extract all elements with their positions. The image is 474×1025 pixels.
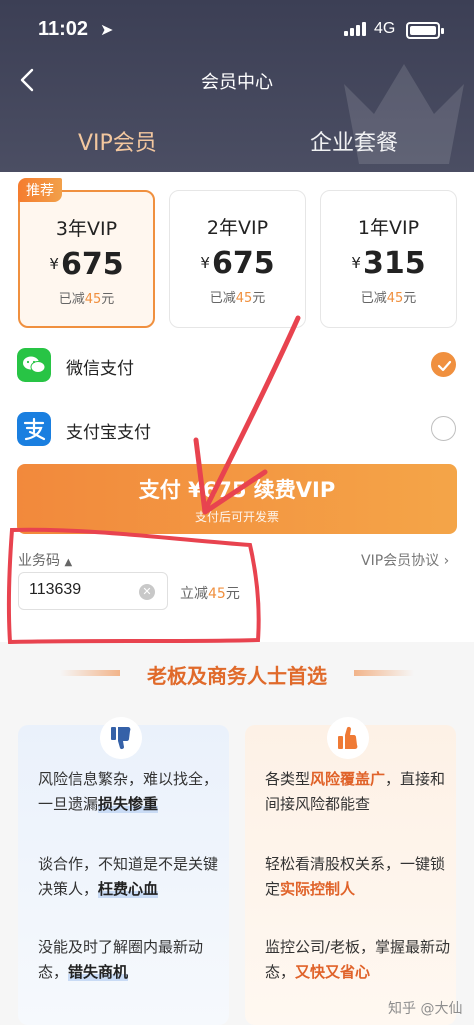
- plan-price: ¥675: [200, 246, 275, 281]
- wechat-icon: [17, 348, 51, 382]
- benefits-panel: 各类型风险覆盖广，直接和间接风险都能查 轻松看清股权关系，一键锁定实际控制人 监…: [245, 717, 456, 1025]
- pay-button[interactable]: 支付 ¥675 续费VIP 支付后可开发票: [17, 464, 457, 534]
- pain-point-item: 谈合作，不知道是不是关键决策人，枉费心血: [38, 855, 219, 898]
- status-bar: 11:02 ➤ 4G: [0, 0, 474, 56]
- business-code-field[interactable]: ✕: [18, 572, 168, 610]
- plan-card-3yr[interactable]: 推荐 3年VIP ¥675 已减45元: [18, 178, 155, 328]
- plan-card-2yr[interactable]: 2年VIP ¥675 已减45元: [169, 190, 306, 328]
- payment-label: 支付宝支付: [66, 423, 151, 443]
- network-type: 4G: [374, 20, 396, 37]
- business-code-input[interactable]: [29, 581, 139, 599]
- page-title: 会员中心: [201, 72, 273, 93]
- thumbs-down-icon: [100, 717, 142, 759]
- tab-vip[interactable]: VIP会员: [78, 125, 157, 157]
- tab-bar: VIP会员 企业套餐: [0, 125, 474, 165]
- plan-name: 2年VIP: [206, 217, 269, 239]
- plan-name: 3年VIP: [55, 218, 118, 240]
- purchase-panel: 推荐 3年VIP ¥675 已减45元 2年VIP ¥675 已减45元 1年V…: [0, 172, 474, 642]
- payment-label: 微信支付: [66, 359, 134, 379]
- thumbs-up-icon: [327, 717, 369, 759]
- plan-card-1yr[interactable]: 1年VIP ¥315 已减45元: [320, 190, 457, 328]
- business-code-label[interactable]: 业务码 ▲: [18, 550, 72, 570]
- pain-points-panel: 风险信息繁杂，难以找全，一旦遗漏损失惨重 谈合作，不知道是不是关键决策人，枉费心…: [18, 717, 229, 1025]
- battery-icon: [406, 22, 444, 39]
- status-time: 11:02: [38, 18, 89, 40]
- plan-price: ¥675: [49, 247, 124, 282]
- benefit-item: 各类型风险覆盖广，直接和间接风险都能查: [265, 770, 446, 813]
- plan-discount: 已减45元: [360, 291, 417, 306]
- plan-price: ¥315: [351, 246, 426, 281]
- code-discount: 立减45元: [180, 586, 240, 602]
- recommend-badge: 推荐: [18, 178, 62, 202]
- caret-up-icon: ▲: [64, 557, 73, 568]
- payment-option-wechat[interactable]: 微信支付: [0, 336, 474, 396]
- vip-agreement-link[interactable]: VIP会员协议 ›: [361, 550, 449, 570]
- alipay-icon: [17, 412, 51, 446]
- header: 11:02 ➤ 4G 会员中心 VIP会员 企业套餐: [0, 0, 474, 172]
- pay-button-label: 支付 ¥675 续费VIP: [138, 478, 336, 502]
- benefit-item: 轻松看清股权关系，一键锁定实际控制人: [265, 855, 446, 898]
- clear-icon[interactable]: ✕: [139, 584, 155, 600]
- plan-discount: 已减45元: [58, 292, 115, 307]
- pay-button-sublabel: 支付后可开发票: [194, 510, 279, 524]
- plan-discount: 已减45元: [209, 291, 266, 306]
- divider-right: [354, 670, 414, 676]
- watermark: 知乎 @大仙: [388, 1001, 463, 1017]
- pain-point-item: 风险信息繁杂，难以找全，一旦遗漏损失惨重: [38, 770, 219, 813]
- plan-name: 1年VIP: [357, 217, 420, 239]
- benefit-item: 监控公司/老板，掌握最新动态，又快又省心: [265, 938, 451, 981]
- radio-unchecked-icon[interactable]: [431, 416, 456, 441]
- location-icon: ➤: [100, 20, 114, 39]
- radio-checked-icon[interactable]: [431, 352, 456, 377]
- chevron-right-icon: ›: [443, 553, 450, 569]
- signal-icon: [344, 22, 366, 36]
- pain-point-item: 没能及时了解圈内最新动态，错失商机: [38, 938, 204, 981]
- payment-option-alipay[interactable]: 支付宝支付: [0, 400, 474, 460]
- tab-enterprise[interactable]: 企业套餐: [310, 125, 398, 157]
